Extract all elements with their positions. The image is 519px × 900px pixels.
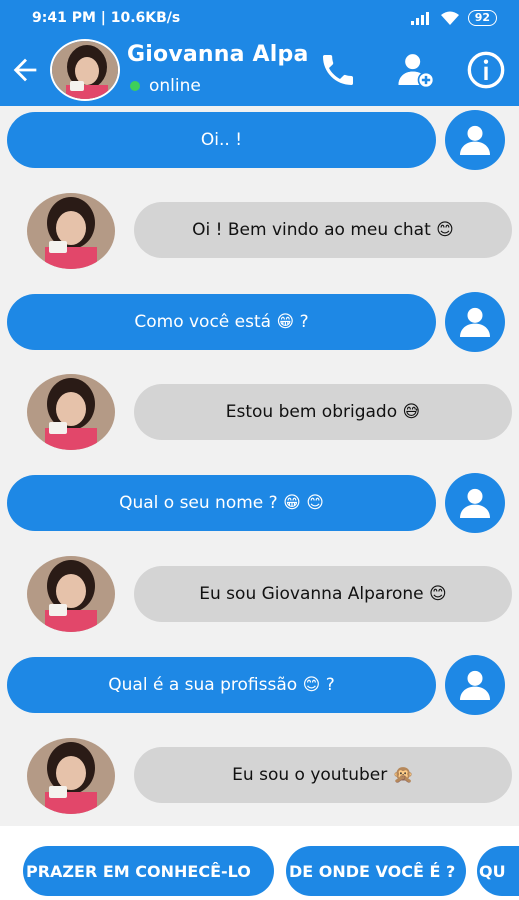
message-incoming: Oi ! Bem vindo ao meu chat 😊 <box>134 202 512 258</box>
battery-indicator: 92 <box>467 10 497 26</box>
user-icon <box>460 488 490 518</box>
online-dot-icon <box>130 81 140 91</box>
user-icon <box>460 670 490 700</box>
user-avatar <box>445 110 505 170</box>
user-avatar <box>445 292 505 352</box>
contact-avatar <box>27 556 115 632</box>
message-outgoing: Como você está 😁 ? <box>7 294 436 350</box>
info-icon[interactable] <box>466 50 506 90</box>
status-bar: 9:41 PM | 10.6KB/s 92 <box>0 0 519 36</box>
message-incoming: Eu sou o youtuber 🙊 <box>134 747 512 803</box>
phone-icon[interactable] <box>318 50 358 90</box>
contact-photo-icon <box>27 556 115 632</box>
back-arrow-icon[interactable] <box>8 53 42 87</box>
user-avatar <box>445 473 505 533</box>
presence-status: online <box>130 76 201 96</box>
presence-label: online <box>149 76 201 96</box>
quick-replies: PRAZER EM CONHECÊ-LO DE ONDE VOCÊ É ? QU <box>0 826 519 900</box>
contact-photo-icon <box>52 41 118 99</box>
message-outgoing: Oi.. ! <box>7 112 436 168</box>
message-outgoing: Qual é a sua profissão 😊 ? <box>7 657 436 713</box>
contact-photo-icon <box>27 193 115 269</box>
user-icon <box>460 125 490 155</box>
user-icon <box>460 307 490 337</box>
contact-avatar[interactable] <box>50 39 120 101</box>
contact-name: Giovanna Alpa <box>127 42 309 67</box>
status-icons: 92 <box>410 10 497 26</box>
contact-avatar <box>27 738 115 814</box>
message-incoming: Estou bem obrigado 😅 <box>134 384 512 440</box>
chat-messages[interactable]: Oi.. ! Oi ! Bem vindo ao meu chat 😊 Como… <box>0 106 519 826</box>
quick-reply-button[interactable]: QU <box>477 846 519 896</box>
wifi-icon <box>440 11 459 25</box>
contact-avatar <box>27 193 115 269</box>
message-outgoing: Qual o seu nome ? 😁 😊 <box>7 475 436 531</box>
quick-reply-button[interactable]: PRAZER EM CONHECÊ-LO <box>23 846 274 896</box>
status-time: 9:41 PM | 10.6KB/s <box>32 10 181 26</box>
message-incoming: Eu sou Giovanna Alparone 😊 <box>134 566 512 622</box>
chat-header: Giovanna Alpa online <box>0 36 519 106</box>
contact-photo-icon <box>27 738 115 814</box>
contact-photo-icon <box>27 374 115 450</box>
quick-reply-button[interactable]: DE ONDE VOCÊ É ? <box>286 846 466 896</box>
user-avatar <box>445 655 505 715</box>
add-contact-icon[interactable] <box>396 50 436 90</box>
signal-icon <box>410 12 429 25</box>
contact-avatar <box>27 374 115 450</box>
